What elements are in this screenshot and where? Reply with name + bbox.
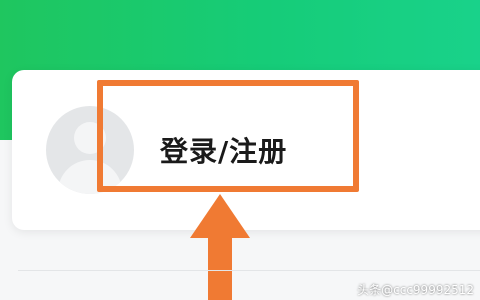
divider (18, 270, 480, 271)
arrow-shaft (208, 236, 232, 300)
arrow-up-icon (190, 194, 250, 238)
annotation-highlight-box (97, 80, 359, 192)
watermark: 头条@ccc99992512 (357, 283, 474, 297)
